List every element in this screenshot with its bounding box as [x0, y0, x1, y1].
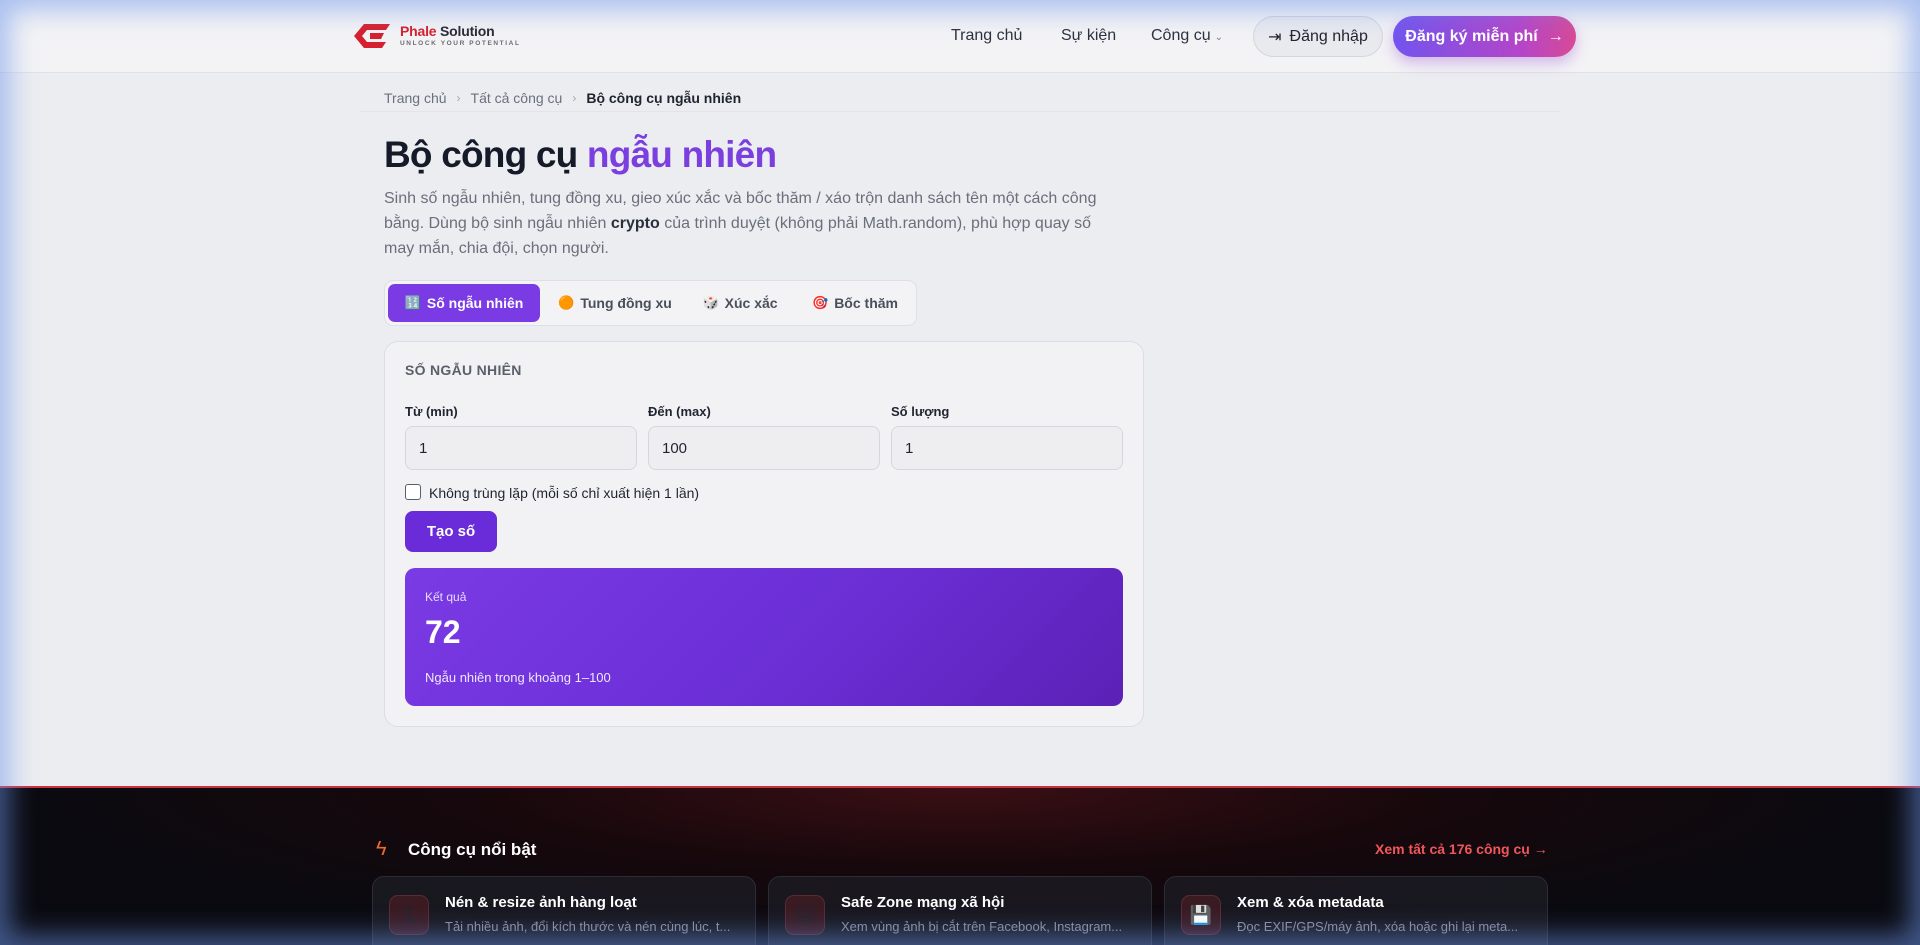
coin-icon: 🟠 [558, 295, 575, 310]
generate-button[interactable]: Tạo số [405, 511, 497, 552]
no-duplicate-checkbox[interactable] [405, 484, 421, 500]
brand-logo[interactable]: Phale Solution UNLOCK YOUR POTENTIAL [350, 20, 521, 52]
chevron-right-icon: › [572, 91, 577, 105]
nav-events[interactable]: Sự kiện [1061, 27, 1116, 45]
description-bold: crypto [610, 215, 660, 232]
signup-label: Đăng ký miễn phí [1405, 27, 1538, 45]
min-label: Từ (min) [405, 404, 458, 419]
count-label: Số lượng [891, 404, 950, 419]
target-icon: 🎯 [812, 295, 829, 310]
max-input[interactable] [648, 426, 880, 470]
result-note: Ngẫu nhiên trong khoảng 1–100 [425, 670, 611, 685]
breadcrumb: Trang chủ › Tất cả công cụ › Bộ công cụ … [384, 90, 741, 106]
no-duplicate-label[interactable]: Không trùng lặp (mỗi số chỉ xuất hiện 1 … [429, 485, 699, 501]
breadcrumb-home[interactable]: Trang chủ [384, 90, 447, 106]
tab-random-number[interactable]: 🔢 Số ngẫu nhiên [388, 284, 540, 322]
chevron-right-icon: › [456, 91, 461, 105]
login-label: Đăng nhập [1289, 27, 1368, 45]
page-title-accent: ngẫu nhiên [586, 134, 777, 175]
signup-button[interactable]: Đăng ký miễn phí → [1393, 16, 1576, 57]
dice-icon: 🎲 [702, 295, 719, 310]
tool-card-metadata[interactable]: 💾 Xem & xóa metadata Đọc EXIF/GPS/máy ản… [1164, 876, 1548, 945]
nav-tools-label: Công cụ [1151, 27, 1211, 44]
breadcrumb-current: Bộ công cụ ngẫu nhiên [586, 90, 742, 106]
page-title: Bộ công cụ ngẫu nhiên [384, 134, 777, 176]
page-title-main: Bộ công cụ [384, 134, 587, 175]
nav-home[interactable]: Trang chủ [951, 27, 1022, 45]
tab-draw[interactable]: 🎯 Bốc thăm [795, 284, 915, 322]
nav-tools[interactable]: Công cụ ⌄ [1151, 27, 1223, 45]
brand-name: Solution [436, 23, 495, 40]
random-number-card: SỐ NGẪU NHIÊN Từ (min) Đến (max) Số lượn… [384, 341, 1144, 727]
tool-tabs: 🔢 Số ngẫu nhiên 🟠 Tung đồng xu 🎲 Xúc xắc… [384, 280, 917, 326]
brand-name-red: Phale [400, 23, 437, 40]
login-icon: ⇥ [1268, 28, 1282, 46]
numbers-icon: 🔢 [404, 295, 421, 310]
image-icon: 🖼 [785, 895, 825, 935]
site-header: Phale Solution UNLOCK YOUR POTENTIAL Tra… [0, 0, 1920, 73]
max-label: Đến (max) [648, 404, 711, 419]
min-input[interactable] [405, 426, 637, 470]
disk-icon: 💾 [1181, 895, 1221, 935]
brand-tagline: UNLOCK YOUR POTENTIAL [400, 40, 521, 48]
login-button[interactable]: ⇥ Đăng nhập [1253, 16, 1383, 57]
breadcrumb-all-tools[interactable]: Tất cả công cụ [471, 90, 563, 106]
chevron-down-icon: ⌄ [1214, 32, 1223, 43]
featured-tools-section: ϟ Công cụ nổi bật Xem tất cả 176 công cụ… [0, 786, 1920, 945]
tab-coin-flip[interactable]: 🟠 Tung đồng xu [545, 284, 685, 322]
view-all-tools-link[interactable]: Xem tất cả 176 công cụ → [1375, 841, 1548, 857]
result-panel: Kết quả 72 Ngẫu nhiên trong khoảng 1–100 [405, 568, 1123, 706]
lightning-icon: ϟ [376, 838, 387, 860]
logo-mark-icon [354, 24, 390, 48]
featured-title: Công cụ nổi bật [408, 840, 537, 859]
card-title: SỐ NGẪU NHIÊN [405, 362, 522, 378]
arrow-right-icon: → [1547, 27, 1564, 45]
result-label: Kết quả [425, 590, 467, 604]
tab-dice[interactable]: 🎲 Xúc xắc [690, 284, 790, 322]
tool-card-image-compress[interactable]: 🗜 Nén & resize ảnh hàng loạt Tải nhiều ả… [372, 876, 756, 945]
result-value: 72 [425, 614, 461, 650]
count-input[interactable] [891, 426, 1123, 470]
page-description: Sinh số ngẫu nhiên, tung đồng xu, gieo x… [384, 190, 1097, 257]
compress-icon: 🗜 [389, 895, 429, 935]
tool-card-safe-zone[interactable]: 🖼 Safe Zone mạng xã hội Xem vùng ảnh bị … [768, 876, 1152, 945]
